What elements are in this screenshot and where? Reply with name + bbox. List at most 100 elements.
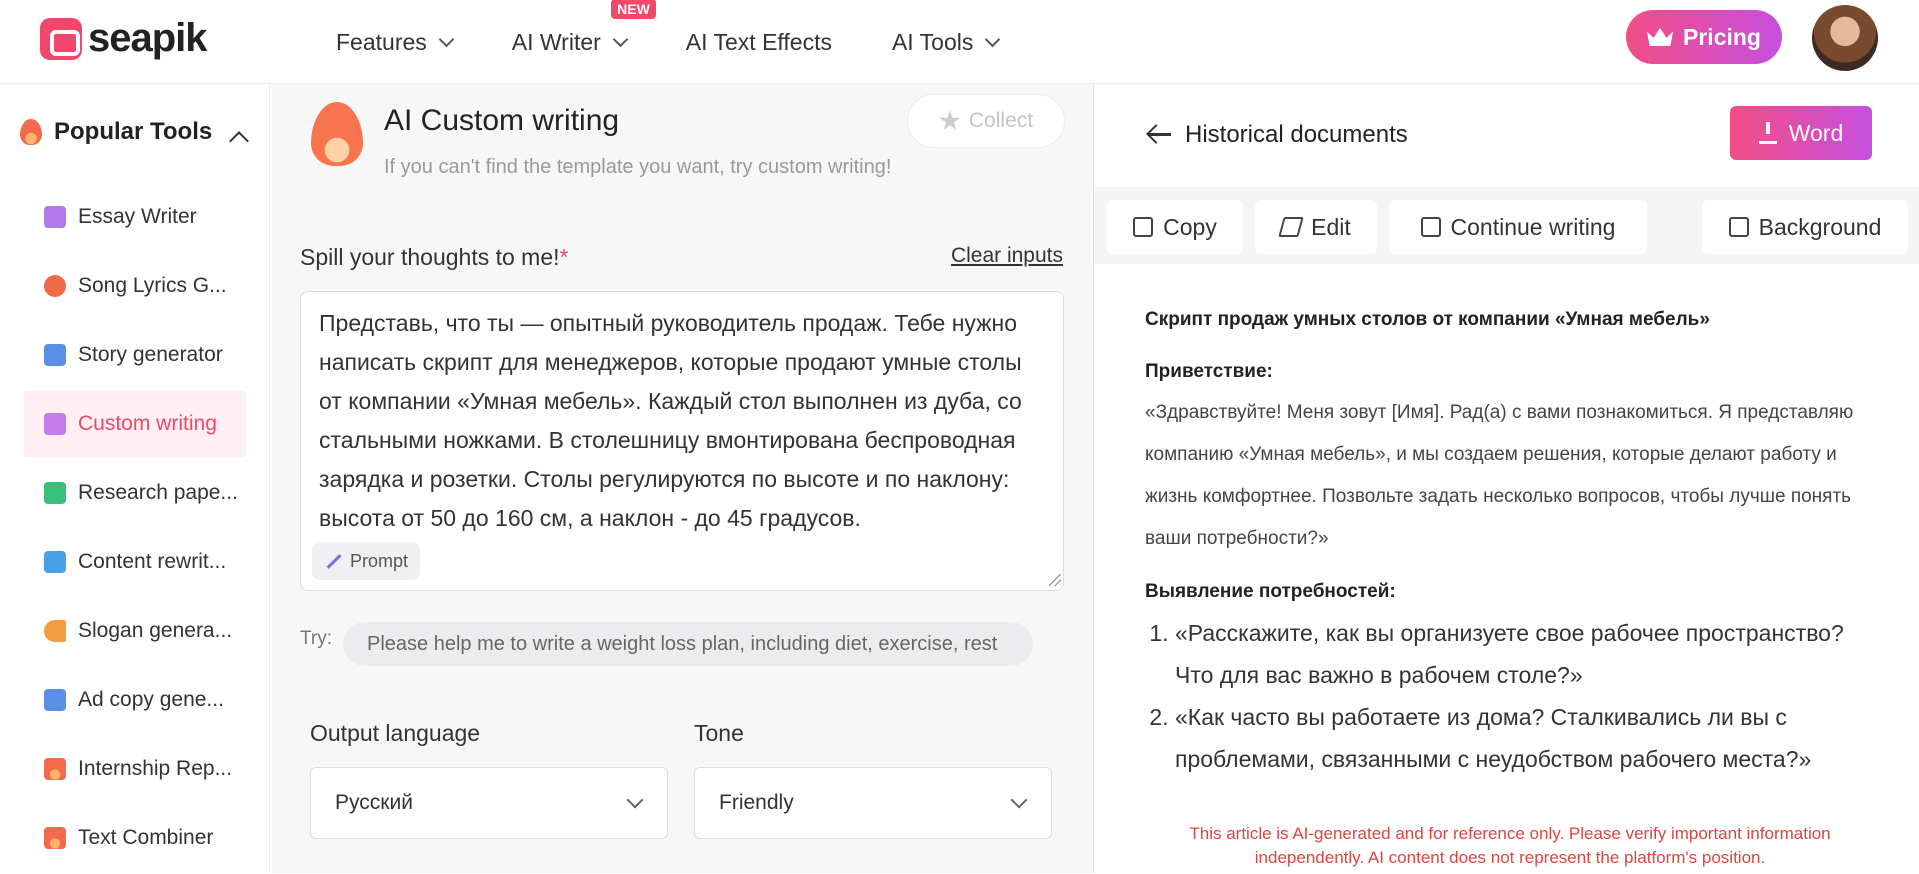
try-suggestion-chip[interactable]: Please help me to write a weight loss pl… [343, 622, 1033, 666]
user-avatar[interactable] [1812, 5, 1878, 71]
continue-writing-button[interactable]: Continue writing [1389, 200, 1647, 254]
brand-logo[interactable]: seapik [40, 16, 208, 61]
flame-icon [20, 119, 42, 145]
edit-button[interactable]: Edit [1255, 200, 1377, 254]
popular-tools-label: Popular Tools [54, 118, 213, 145]
document-title: Скрипт продаж умных столов от компании «… [1145, 309, 1710, 330]
pencil-icon [1278, 217, 1304, 237]
nav-ai-tools[interactable]: AI Tools [891, 28, 1001, 56]
clear-inputs-link[interactable]: Clear inputs [951, 244, 1063, 268]
pricing-label: Pricing [1683, 23, 1761, 50]
chevron-down-icon [626, 791, 644, 809]
questions-list: «Расскажите, как вы организуете свое раб… [1175, 612, 1885, 780]
sidebar-item-label: Ad copy gene... [78, 688, 224, 711]
sidebar-item-label: Story generator [78, 343, 223, 366]
sidebar-item-research-paper[interactable]: Research pape... [24, 460, 246, 526]
edit-label: Edit [1311, 213, 1351, 240]
history-header: Historical documents Word [1095, 84, 1919, 188]
magic-wand-icon [324, 552, 342, 570]
sidebar-item-slogan-generator[interactable]: Slogan genera... [24, 598, 246, 664]
sidebar-item-label: Song Lyrics G... [78, 274, 227, 297]
sidebar-item-label: Research pape... [78, 481, 238, 504]
sidebar-item-internship-report[interactable]: Internship Rep... [24, 736, 246, 802]
ad-icon [44, 689, 66, 711]
tone-label: Tone [694, 720, 744, 746]
sidebar-item-story-generator[interactable]: Story generator [24, 322, 246, 388]
resize-handle[interactable] [1049, 574, 1061, 586]
music-icon [44, 275, 66, 297]
prompt-button[interactable]: Prompt [312, 542, 421, 580]
sidebar-item-label: Internship Rep... [78, 757, 233, 780]
sidebar-item-essay-writer[interactable]: Essay Writer [24, 184, 246, 250]
back-arrow-icon[interactable] [1147, 124, 1171, 144]
nav-ai-writer-label: AI Writer [511, 28, 601, 55]
ai-disclaimer: This article is AI-generated and for ref… [1189, 824, 1831, 867]
history-title: Historical documents [1185, 121, 1408, 148]
essay-icon [44, 206, 66, 228]
custom-writing-panel: AI Custom writing If you can't find the … [271, 84, 1094, 873]
sidebar-item-song-lyrics[interactable]: Song Lyrics G... [24, 253, 246, 319]
story-icon [44, 344, 66, 366]
flame-icon [44, 827, 66, 849]
collect-button[interactable]: Collect [907, 94, 1065, 148]
copy-label: Copy [1163, 213, 1217, 240]
write-icon [1420, 217, 1441, 237]
sidebar-item-custom-writing[interactable]: Custom writing [24, 391, 246, 457]
word-label: Word [1788, 119, 1844, 146]
tool-subtitle: If you can't find the template you want,… [384, 156, 892, 178]
background-button[interactable]: Background [1702, 200, 1908, 254]
rewrite-icon [44, 551, 66, 573]
sidebar-item-content-rewriter[interactable]: Content rewrit... [24, 529, 246, 595]
list-item: «Как часто вы работаете из дома? Сталкив… [1175, 696, 1885, 780]
background-label: Background [1758, 213, 1882, 240]
download-word-button[interactable]: Word [1730, 106, 1872, 160]
nav-ai-writer[interactable]: AI Writer NEW [511, 0, 656, 56]
nav-features[interactable]: Features [336, 28, 455, 56]
sidebar-item-label: Text Combiner [78, 826, 214, 849]
pricing-button[interactable]: Pricing [1626, 10, 1782, 64]
nav-ai-text-effects[interactable]: AI Text Effects [686, 29, 832, 56]
copy-icon [1133, 217, 1154, 237]
sidebar: Popular Tools Essay Writer Song Lyrics G… [0, 84, 270, 873]
greeting-heading: Приветствие: [1145, 361, 1273, 382]
chevron-down-icon [612, 31, 629, 47]
sidebar-item-label: Custom writing [78, 412, 217, 435]
history-panel: Historical documents Word Copy Edit Cont… [1095, 84, 1919, 873]
research-icon [44, 482, 66, 504]
chevron-down-icon [1010, 791, 1028, 809]
new-badge: NEW [611, 0, 656, 19]
greeting-paragraph: «Здравствуйте! Меня зовут [Имя]. Рад(а) … [1145, 402, 1854, 549]
output-language-select[interactable]: Русский [310, 767, 668, 839]
chevron-down-icon [985, 31, 1001, 47]
star-icon [939, 110, 961, 131]
background-icon [1728, 217, 1749, 237]
sidebar-item-ad-copy[interactable]: Ad copy gene... [24, 667, 246, 733]
prompt-button-label: Prompt [350, 550, 409, 571]
continue-label: Continue writing [1450, 213, 1616, 240]
tone-select[interactable]: Friendly [694, 767, 1052, 839]
list-item: «Расскажите, как вы организуете свое раб… [1175, 612, 1885, 696]
copy-button[interactable]: Copy [1107, 200, 1243, 254]
chevron-down-icon [438, 31, 455, 47]
collect-label: Collect [968, 109, 1034, 132]
logo-icon [40, 17, 82, 60]
main-nav: Features AI Writer NEW AI Text Effects A… [336, 0, 1058, 84]
tone-value: Friendly [719, 791, 794, 814]
megaphone-icon [44, 620, 66, 642]
tool-title: AI Custom writing [384, 104, 620, 137]
output-language-label: Output language [310, 720, 481, 746]
nav-ai-text-effects-label: AI Text Effects [685, 28, 832, 55]
download-icon [1758, 122, 1777, 144]
needs-heading: Выявление потребностей: [1145, 581, 1396, 602]
sidebar-item-label: Essay Writer [78, 205, 197, 228]
flame-icon [44, 758, 66, 780]
nav-ai-tools-label: AI Tools [891, 28, 974, 55]
try-label: Try: [300, 628, 333, 649]
popular-tools-header[interactable]: Popular Tools [20, 118, 212, 146]
generated-document: Скрипт продаж умных столов от компании «… [1145, 300, 1885, 780]
nav-features-label: Features [336, 28, 427, 55]
sidebar-item-text-combiner[interactable]: Text Combiner [24, 805, 246, 871]
required-mark: * [559, 244, 569, 270]
prompt-label-text: Spill your thoughts to me! [300, 244, 560, 270]
chevron-up-icon[interactable] [229, 131, 249, 151]
